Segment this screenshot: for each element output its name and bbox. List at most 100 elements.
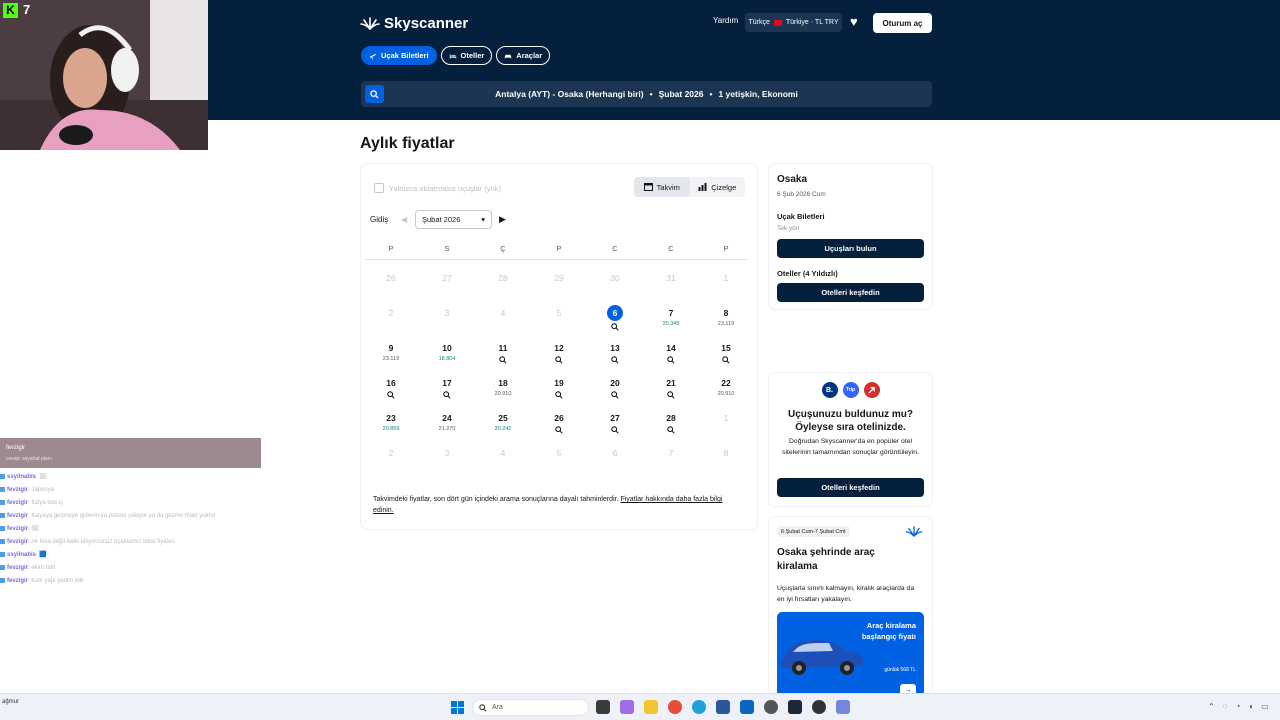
- discord-icon[interactable]: [836, 700, 850, 714]
- calendar-day[interactable]: 26: [542, 412, 576, 442]
- obs-icon[interactable]: [764, 700, 778, 714]
- day-number: 24: [442, 413, 452, 423]
- login-button[interactable]: Oturum aç: [873, 13, 932, 33]
- windows-taskbar: ağmur Ara ⌃ ◌ ◔ ◖ ▭: [0, 693, 1280, 720]
- wifi-icon[interactable]: ◔: [1235, 702, 1240, 711]
- search-summary-bar[interactable]: Antalya (AYT) - Osaka (Herhangi biri) • …: [361, 81, 932, 107]
- weekday-label: C: [612, 244, 618, 253]
- calendar-day[interactable]: 22 20.910: [709, 377, 743, 407]
- copilot-icon[interactable]: [620, 700, 634, 714]
- calendar-day[interactable]: 15: [709, 342, 743, 372]
- task-view-icon[interactable]: [596, 700, 610, 714]
- hotels-heading: Oteller (4 Yıldızlı): [777, 269, 838, 278]
- help-link[interactable]: Yardım: [713, 16, 738, 25]
- calendar-day[interactable]: 9 23.119: [374, 342, 408, 372]
- separator-dot: •: [649, 89, 653, 99]
- tab-flights[interactable]: Uçak Biletleri: [361, 46, 437, 65]
- trip-logo-icon: Trip: [842, 382, 859, 398]
- view-toggle: Takvim Çizelge: [634, 177, 745, 197]
- calendar-day[interactable]: 25 20.242: [486, 412, 520, 442]
- chat-text: : 🟦: [36, 552, 47, 558]
- favorites-heart-icon[interactable]: ♥: [850, 15, 864, 29]
- calendar-day[interactable]: 8 23.119: [709, 307, 743, 337]
- calendar-day[interactable]: 21: [654, 377, 688, 407]
- search-icon: [611, 323, 619, 331]
- direct-flights-filter[interactable]: Yalnızca aktarmasız uçuşlar (yok): [374, 183, 501, 193]
- day-number: 10: [442, 343, 452, 353]
- locale-button[interactable]: Türkçe Türkiye · TL TRY: [745, 13, 842, 32]
- store-icon[interactable]: [716, 700, 730, 714]
- tab-cars[interactable]: Araçlar: [496, 46, 551, 65]
- chat-message: fevzigir: Japonya: [0, 484, 262, 497]
- explore-hotels-promo-button[interactable]: Otelleri keşfedin: [777, 478, 924, 497]
- chrome-icon[interactable]: [668, 700, 682, 714]
- calendar-day[interactable]: 10 18.804: [430, 342, 464, 372]
- file-explorer-icon[interactable]: [644, 700, 658, 714]
- calendar-day[interactable]: 13: [598, 342, 632, 372]
- search-button[interactable]: [365, 85, 384, 103]
- partner-logos: B. Trip: [769, 382, 932, 398]
- car-date-badge: 6 Şubat Cum-7 Şubat Cmt: [777, 526, 850, 537]
- flights-heading: Uçak Biletleri: [777, 212, 825, 221]
- mail-icon[interactable]: [740, 700, 754, 714]
- tab-hotels[interactable]: Oteller: [440, 46, 493, 65]
- chat-badge-icon: [0, 486, 5, 492]
- volume-icon[interactable]: ◖: [1248, 702, 1253, 711]
- calendar-day[interactable]: 27: [598, 412, 632, 442]
- logo-text: Skyscanner: [384, 14, 469, 32]
- taskbar-left-text: ağmur: [2, 699, 20, 705]
- day-number: 22: [721, 378, 731, 388]
- calendar-day[interactable]: 17: [430, 377, 464, 407]
- calendar-day[interactable]: 20: [598, 377, 632, 407]
- battery-icon[interactable]: ▭: [1261, 702, 1269, 711]
- chat-message: fevzigir: ekim tatil: [0, 562, 262, 575]
- next-month-icon[interactable]: ▶: [499, 214, 506, 225]
- chart-view-button[interactable]: Çizelge: [690, 177, 746, 197]
- chat-message: fevzigir: ne kısa değil belki biliyorsun…: [0, 536, 262, 549]
- edge-icon[interactable]: [692, 700, 706, 714]
- calendar-icon: [643, 183, 653, 191]
- chat-badge-icon: [0, 512, 5, 518]
- day-number: 5: [556, 448, 562, 458]
- chevron-up-icon[interactable]: ⌃: [1208, 702, 1215, 711]
- calendar-day-outside: 26: [374, 272, 408, 302]
- booking-logo-icon: B.: [821, 382, 838, 398]
- search-summary: Antalya (AYT) - Osaka (Herhangi biri) • …: [361, 81, 932, 107]
- app-icon[interactable]: [812, 700, 826, 714]
- calendar-day[interactable]: 14: [654, 342, 688, 372]
- calendar-day-outside: 27: [430, 272, 464, 302]
- day-number: 27: [442, 273, 452, 283]
- direct-flights-checkbox[interactable]: [374, 183, 384, 193]
- calendar-day[interactable]: 24 21.270: [430, 412, 464, 442]
- explore-hotels-button[interactable]: Otelleri keşfedin: [777, 283, 924, 302]
- taskbar-apps: [596, 700, 850, 714]
- calendar-day[interactable]: 19: [542, 377, 576, 407]
- calendar-day[interactable]: 28: [654, 412, 688, 442]
- steam-icon[interactable]: [788, 700, 802, 714]
- skyscanner-logo[interactable]: Skyscanner: [360, 12, 468, 34]
- calendar-day[interactable]: 11: [486, 342, 520, 372]
- chat-message: ssyilnabis: 🖼: [0, 471, 262, 484]
- calendar-day[interactable]: 12: [542, 342, 576, 372]
- calendar-day[interactable]: 18 20.910: [486, 377, 520, 407]
- month-select[interactable]: Şubat 2026 ▾: [415, 210, 492, 229]
- search-icon: [479, 703, 487, 712]
- calendar-view-button[interactable]: Takvim: [634, 177, 690, 197]
- chat-text: : ekim tatil: [28, 565, 56, 571]
- prev-month-icon[interactable]: ◀: [401, 215, 407, 224]
- search-travelers: 1 yetişkin, Ekonomi: [718, 89, 798, 99]
- hotels-logo-icon: [863, 382, 880, 398]
- car-promo-banner[interactable]: Araç kiralama başlangıç fiyatı günlük 56…: [777, 612, 924, 695]
- calendar-day[interactable]: 23 20.859: [374, 412, 408, 442]
- windows-start-icon[interactable]: [451, 701, 464, 714]
- taskbar-search[interactable]: Ara: [472, 699, 589, 716]
- page-title: Aylık fiyatlar: [360, 135, 455, 152]
- calendar-day[interactable]: 16: [374, 377, 408, 407]
- calendar-day[interactable]: 6: [598, 305, 632, 337]
- calendar-day[interactable]: 7 20.345: [654, 307, 688, 337]
- hotel-promo-title: Uçuşunuzu buldunuz mu? Öyleyse sıra otel…: [788, 409, 913, 433]
- find-flights-button[interactable]: Uçuşları bulun: [777, 239, 924, 258]
- day-price: 20.859: [382, 426, 400, 432]
- calendar-day-outside: 29: [542, 272, 576, 302]
- network-icon[interactable]: ◌: [1223, 702, 1228, 711]
